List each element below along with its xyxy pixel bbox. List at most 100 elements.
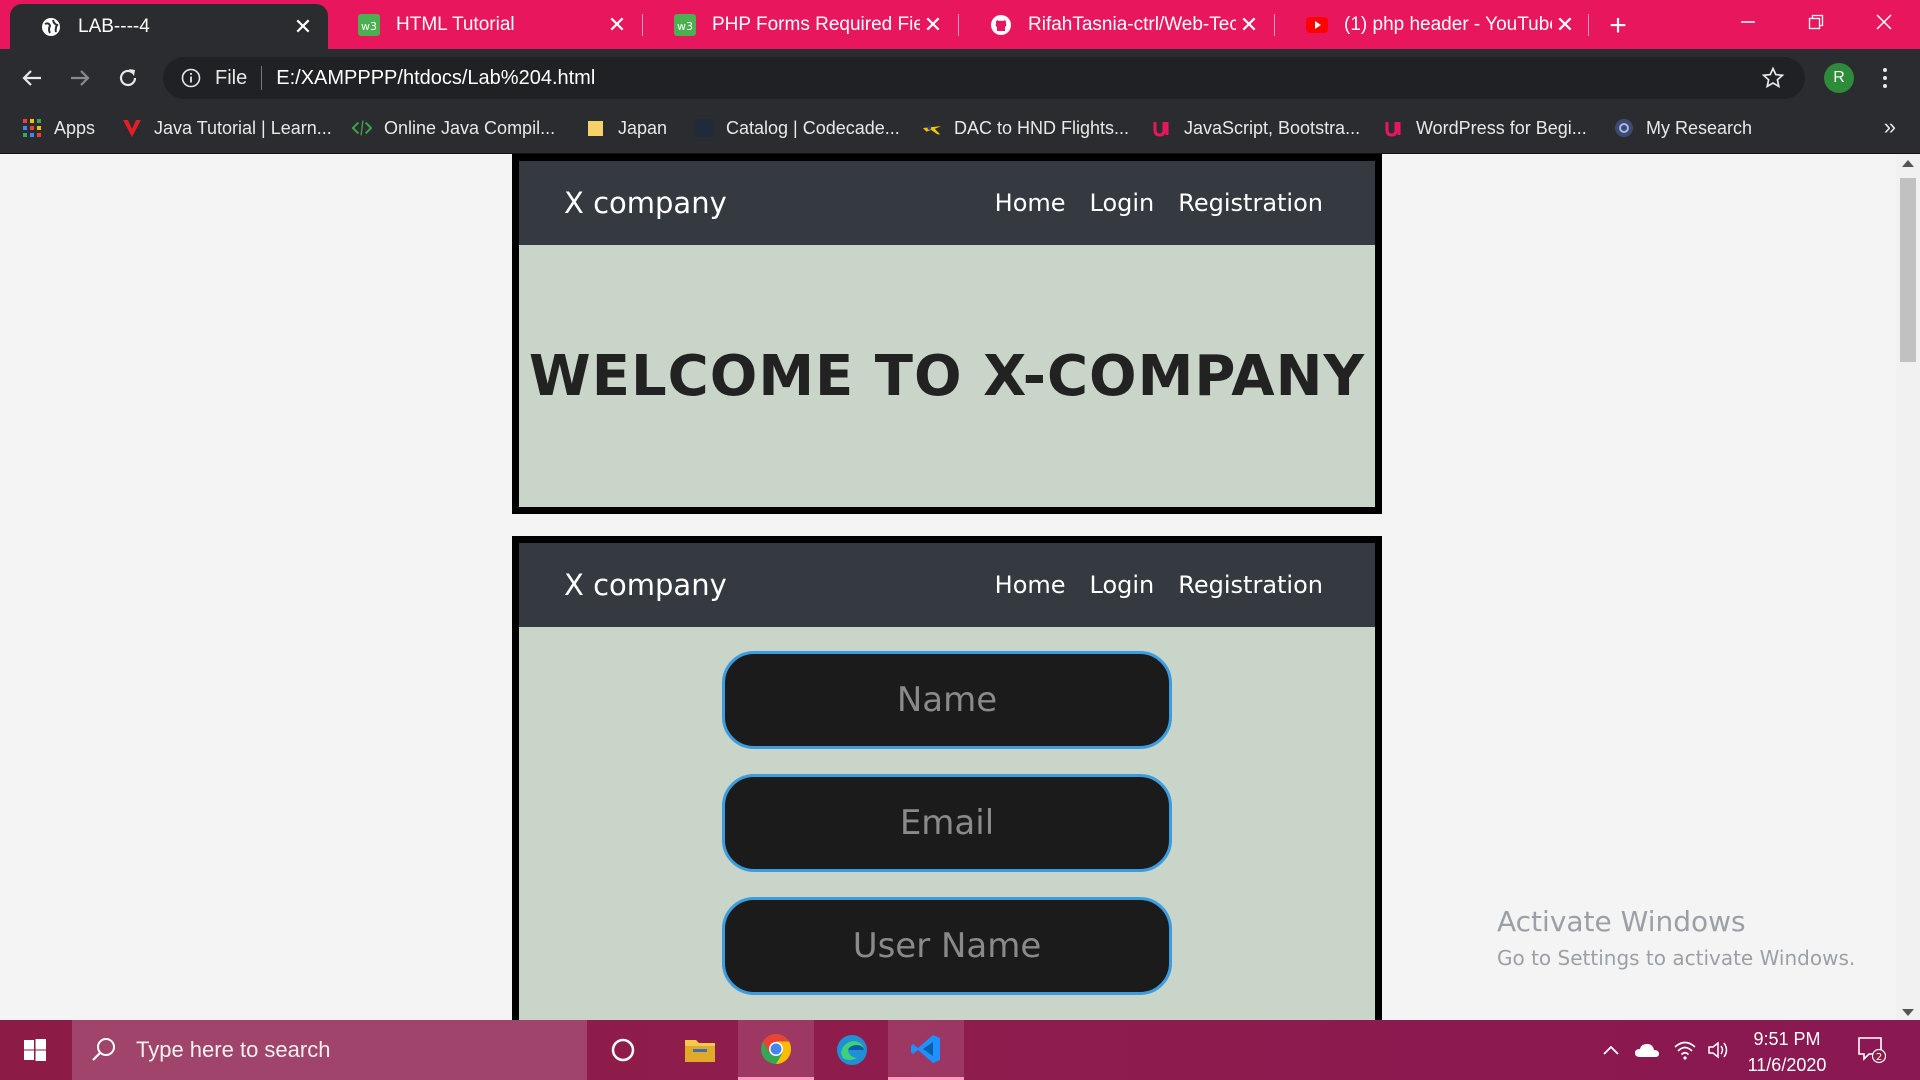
scroll-up-arrow-icon[interactable] [1902,160,1914,167]
tab-title: (1) php header - YouTube [1344,13,1552,35]
vscode-icon[interactable] [888,1020,964,1080]
bookmark-label: Java Tutorial | Learn... [154,117,332,138]
close-window-icon[interactable] [1850,0,1918,44]
back-arrow-icon[interactable] [12,58,52,98]
bookmark-label: JavaScript, Bootstra... [1184,117,1361,138]
clock-date: 11/6/2020 [1747,1055,1827,1075]
page-scrollbar[interactable] [1896,154,1920,1020]
new-tab-button[interactable]: + [1600,8,1636,44]
notification-center-icon[interactable]: 2 [1856,1034,1887,1064]
bookmark-label: My Research [1646,117,1753,138]
clock-time: 9:51 PM [1753,1029,1821,1049]
codecademy-icon [694,118,714,138]
udemy-icon [1384,118,1404,138]
folder-icon [586,118,606,138]
tray-chevron-up-icon[interactable] [1596,1020,1626,1080]
forward-arrow-icon[interactable] [60,58,100,98]
scroll-thumb[interactable] [1900,178,1916,362]
restore-icon[interactable] [1782,0,1850,44]
bookmark-label: DAC to HND Flights... [954,117,1130,138]
bookmark-my-research[interactable]: My Research [1614,106,1752,150]
svg-text:w3: w3 [677,20,693,33]
nav-home-link[interactable]: Home [995,189,1066,217]
chrome-icon[interactable] [738,1020,814,1080]
email-field[interactable] [722,774,1172,872]
close-tab-icon[interactable]: ✕ [920,12,946,38]
nav-registration-link[interactable]: Registration [1178,189,1323,217]
bookmark-flights[interactable]: DAC to HND Flights... [922,106,1129,150]
address-bar[interactable]: File E:/XAMPPPP/htdocs/Lab%204.html [163,57,1805,99]
username-field[interactable] [722,897,1172,995]
nav-links: Home Login Registration [995,189,1323,217]
globe-icon [40,16,62,38]
brand-link[interactable]: X company [564,186,727,220]
search-icon [90,1036,118,1064]
name-field[interactable] [722,651,1172,749]
page-viewport: X company Home Login Registration WELCOM… [0,154,1896,1020]
bookmark-star-icon[interactable] [1761,66,1785,90]
windows-taskbar: Type here to search 9:51 PM 11/6/2020 2 [0,1020,1920,1080]
svg-text:w3: w3 [361,20,377,33]
tab-github[interactable]: RifahTasnia-ctrl/Web-Techn ✕ [960,0,1274,49]
registration-form [519,627,1375,995]
hero-banner: WELCOME TO X-COMPANY [519,245,1375,507]
bookmark-label: Catalog | Codecade... [726,117,900,138]
close-tab-icon[interactable]: ✕ [604,12,630,38]
browser-toolbar: File E:/XAMPPPP/htdocs/Lab%204.html R [0,49,1920,106]
tab-youtube[interactable]: (1) php header - YouTube ✕ [1276,0,1590,49]
url-scheme: File [215,66,248,89]
nav-registration-link[interactable]: Registration [1178,571,1323,599]
brand-link[interactable]: X company [564,568,727,602]
tab-separator [642,14,643,36]
research-icon [1614,118,1634,138]
watermark-title: Activate Windows [1497,905,1746,938]
windows-start-icon[interactable] [0,1020,70,1080]
browser-menu-icon[interactable] [1870,61,1900,95]
notification-count: 2 [1876,1052,1882,1063]
bookmark-label: Japan [618,117,668,138]
tab-lab4[interactable]: LAB----4 ✕ [10,4,328,49]
nav-login-link[interactable]: Login [1090,571,1155,599]
registration-section: X company Home Login Registration [512,536,1382,1020]
cortana-icon[interactable] [585,1020,661,1080]
welcome-section: X company Home Login Registration WELCOM… [512,154,1382,514]
bookmark-wordpress[interactable]: WordPress for Begi... [1384,106,1587,150]
bookmark-javascript-bootstrap[interactable]: JavaScript, Bootstra... [1152,106,1360,150]
tab-html-tutorial[interactable]: w3 HTML Tutorial ✕ [328,0,642,49]
bookmark-label: Apps [54,117,96,138]
bookmark-java-tutorial[interactable]: Java Tutorial | Learn... [122,106,332,150]
hero-title: WELCOME TO X-COMPANY [528,343,1366,409]
minimize-icon[interactable] [1714,0,1782,44]
bookmark-japan[interactable]: Japan [586,106,667,150]
reload-icon[interactable] [108,58,148,98]
onedrive-cloud-icon[interactable] [1630,1020,1664,1080]
url-text[interactable]: E:/XAMPPPP/htdocs/Lab%204.html [276,67,595,90]
youtube-icon [1306,14,1328,36]
bookmark-codecademy[interactable]: Catalog | Codecade... [694,106,900,150]
w3schools-icon: w3 [674,13,696,36]
scroll-down-arrow-icon[interactable] [1902,1009,1914,1016]
bookmark-apps[interactable]: Apps [22,106,95,150]
close-tab-icon[interactable]: ✕ [1552,12,1578,38]
bookmarks-overflow-button[interactable]: » [1884,114,1896,140]
nav-home-link[interactable]: Home [995,571,1066,599]
close-tab-icon[interactable]: ✕ [290,14,316,40]
file-explorer-icon[interactable] [662,1020,738,1080]
tab-separator [1588,14,1589,36]
info-icon[interactable] [179,66,203,90]
bookmarks-bar: Apps Java Tutorial | Learn... Online Jav… [0,106,1920,154]
wifi-icon[interactable] [1668,1020,1702,1080]
watermark-subtitle: Go to Settings to activate Windows. [1497,946,1856,970]
nav-login-link[interactable]: Login [1090,189,1155,217]
taskbar-search[interactable]: Type here to search [72,1020,587,1080]
tab-php-forms[interactable]: w3 PHP Forms Required Fields ✕ [644,0,958,49]
tab-title: RifahTasnia-ctrl/Web-Techn [1028,13,1236,35]
edge-icon[interactable] [814,1020,890,1080]
system-clock[interactable]: 9:51 PM 11/6/2020 [1726,1026,1848,1078]
tab-separator [958,14,959,36]
search-placeholder: Type here to search [136,1037,331,1062]
close-tab-icon[interactable]: ✕ [1236,12,1262,38]
w3schools-icon: w3 [358,13,380,36]
profile-avatar[interactable]: R [1824,63,1854,93]
bookmark-online-java[interactable]: Online Java Compil... [352,106,555,150]
